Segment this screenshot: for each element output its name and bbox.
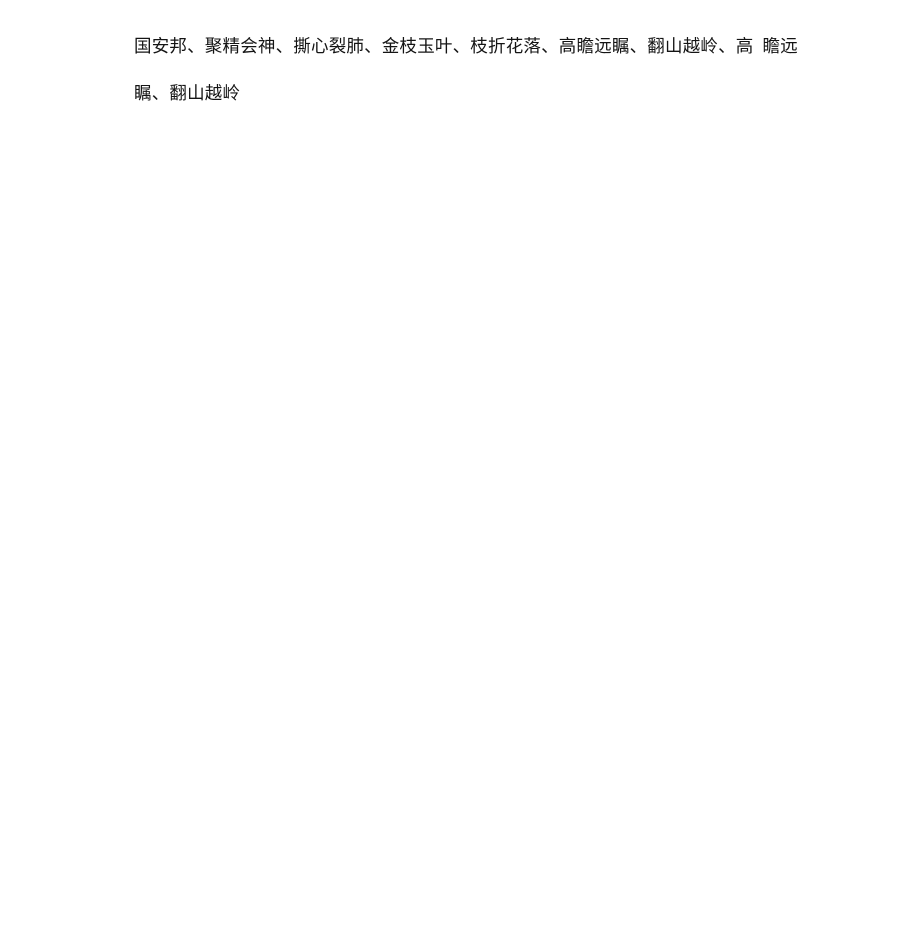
document-page: 国安邦、聚精会神、撕心裂肺、金枝玉叶、枝折花落、高瞻远瞩、翻山越岭、高 瞻远 瞩、… [0,0,920,948]
blank-page-area [0,120,920,948]
text-line-1-segment-a: 国安邦、聚精会神、撕心裂肺、金枝玉叶、枝折花落、高瞻远瞩、翻山越岭、高 [134,37,754,57]
text-line-2: 瞩、翻山越岭 [134,84,241,104]
text-line-1: 国安邦、聚精会神、撕心裂肺、金枝玉叶、枝折花落、高瞻远瞩、翻山越岭、高 瞻远 [134,24,798,71]
text-line-1-segment-b: 瞻远 [762,37,798,57]
document-body-text: 国安邦、聚精会神、撕心裂肺、金枝玉叶、枝折花落、高瞻远瞩、翻山越岭、高 瞻远 瞩、… [134,24,798,118]
